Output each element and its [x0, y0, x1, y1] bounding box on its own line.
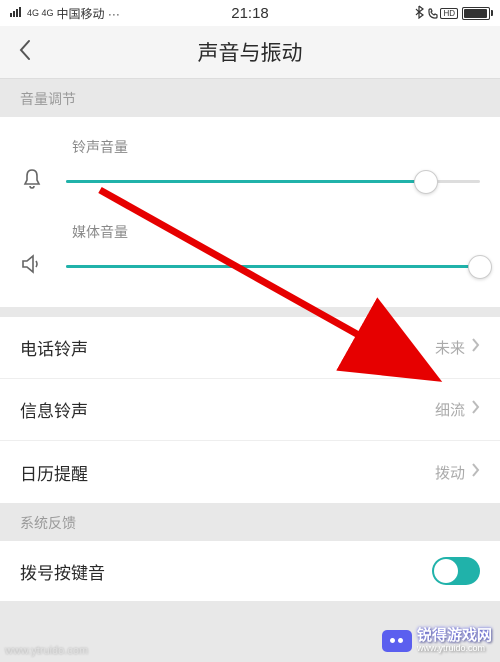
dialpad-tone-row: 拨号按键音 [0, 541, 500, 601]
network-type: 4G 4G [27, 9, 54, 17]
signal-icon [10, 6, 24, 20]
bluetooth-icon [415, 5, 424, 22]
battery-icon [462, 7, 490, 20]
page-title: 声音与振动 [198, 37, 303, 67]
watermark-url-bl: www.ytruido.com [5, 645, 88, 657]
status-time: 21:18 [231, 5, 269, 22]
speaker-icon [20, 252, 48, 281]
row-label: 日历提醒 [20, 460, 88, 485]
nav-header: 声音与振动 [0, 26, 500, 79]
watermark-logo: 锐得游戏网 www.ytruido.com [382, 628, 492, 654]
row-value: 拨动 [435, 462, 465, 483]
carrier-name: 中国移动 ··· [57, 5, 120, 22]
status-right: HD [415, 5, 490, 22]
calendar-alert-row[interactable]: 日历提醒 拨动 [0, 441, 500, 503]
media-volume-slider[interactable] [66, 265, 480, 268]
watermark-text: 锐得游戏网 [417, 628, 492, 645]
gamepad-icon [382, 630, 412, 652]
ringtone-volume-slider[interactable] [66, 180, 480, 183]
status-left: 4G 4G 中国移动 ··· [10, 5, 120, 22]
slider-thumb[interactable] [468, 255, 492, 279]
row-label: 拨号按键音 [20, 559, 105, 584]
back-button[interactable] [0, 38, 50, 67]
chevron-right-icon [471, 337, 480, 358]
ringtone-volume-label: 铃声音量 [72, 137, 480, 157]
bell-icon [20, 167, 48, 196]
chevron-right-icon [471, 399, 480, 420]
section-header-feedback: 系统反馈 [0, 503, 500, 541]
dialpad-tone-toggle[interactable] [432, 557, 480, 585]
chevron-right-icon [471, 462, 480, 483]
row-value: 细流 [435, 399, 465, 420]
volume-panel: 铃声音量 媒体音量 [0, 117, 500, 307]
section-header-volume: 音量调节 [0, 79, 500, 117]
watermark-url: www.ytruido.com [417, 644, 492, 654]
message-ringtone-row[interactable]: 信息铃声 细流 [0, 379, 500, 441]
media-volume-label: 媒体音量 [72, 222, 480, 242]
phone-ringtone-row[interactable]: 电话铃声 未来 [0, 317, 500, 379]
row-value: 未来 [435, 337, 465, 358]
row-label: 信息铃声 [20, 397, 88, 422]
media-volume-group: 媒体音量 [0, 214, 500, 299]
ringtone-volume-group: 铃声音量 [0, 129, 500, 214]
status-bar: 4G 4G 中国移动 ··· 21:18 HD [0, 0, 500, 26]
ringtone-list: 电话铃声 未来 信息铃声 细流 日历提醒 拨动 [0, 317, 500, 503]
volte-icon: HD [428, 8, 458, 19]
row-label: 电话铃声 [20, 335, 88, 360]
slider-thumb[interactable] [414, 170, 438, 194]
